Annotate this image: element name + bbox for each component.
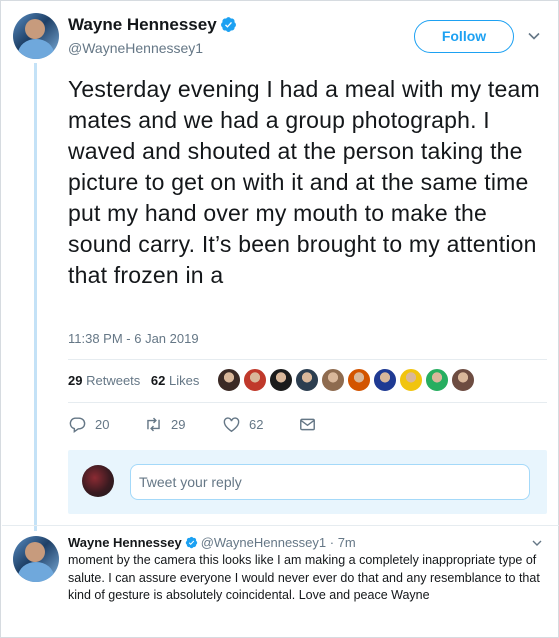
retweets-stat[interactable]: 29 Retweets (68, 373, 140, 388)
thread-line (34, 63, 37, 531)
liker-avatar[interactable] (269, 368, 293, 392)
liker-avatar[interactable] (399, 368, 423, 392)
reply-icon (69, 417, 86, 434)
tweet-card: Wayne Hennessey @WayneHennessey1 Follow … (0, 0, 559, 638)
liker-avatar[interactable] (321, 368, 345, 392)
author-name[interactable]: Wayne Hennessey (68, 15, 217, 35)
liker-avatar[interactable] (425, 368, 449, 392)
reply-author-avatar[interactable] (13, 536, 59, 582)
envelope-icon (300, 418, 315, 431)
tweet-actions: 20 29 62 (68, 415, 317, 434)
liker-avatar[interactable] (373, 368, 397, 392)
reply-author-name[interactable]: Wayne Hennessey (68, 535, 182, 550)
current-user-avatar (82, 465, 114, 497)
reply-author-handle[interactable]: @WayneHennessey1 (201, 535, 326, 550)
retweet-icon (147, 417, 160, 432)
chevron-down-icon[interactable] (531, 537, 543, 549)
heart-icon (223, 417, 240, 433)
liker-avatar[interactable] (347, 368, 371, 392)
divider (68, 359, 547, 360)
author-handle[interactable]: @WayneHennessey1 (68, 40, 203, 56)
like-button[interactable]: 62 (222, 415, 298, 434)
reply-time[interactable]: · 7m (330, 535, 356, 550)
retweet-count: 29 (171, 417, 186, 432)
liker-avatar[interactable] (243, 368, 267, 392)
divider (68, 402, 547, 403)
liker-avatar[interactable] (451, 368, 475, 392)
verified-badge-icon (185, 536, 197, 549)
tweet-text: Yesterday evening I had a meal with my t… (68, 76, 540, 288)
liker-avatar[interactable] (217, 368, 241, 392)
direct-message-button[interactable] (298, 415, 317, 434)
reply-text: moment by the camera this looks like I a… (68, 553, 540, 602)
reply-button[interactable]: 20 (68, 415, 144, 434)
likes-stat[interactable]: 62 Likes (151, 373, 199, 388)
reply-header: Wayne Hennessey @WayneHennessey1 · 7m (68, 535, 356, 550)
liker-avatars[interactable] (217, 368, 475, 394)
retweets-label: Retweets (86, 373, 141, 388)
chevron-down-icon[interactable] (527, 29, 541, 43)
retweet-button[interactable]: 29 (144, 415, 222, 434)
likes-label: Likes (169, 373, 200, 388)
tweet-timestamp[interactable]: 11:38 PM - 6 Jan 2019 (68, 331, 199, 346)
reply-input[interactable]: Tweet your reply (130, 464, 530, 500)
reply-composer: Tweet your reply (68, 450, 547, 514)
reply-count: 20 (95, 417, 110, 432)
retweets-count: 29 (68, 373, 83, 388)
liker-avatar[interactable] (295, 368, 319, 392)
verified-badge-icon (221, 17, 236, 32)
likes-count: 62 (150, 373, 166, 388)
engagement-stats: 29 Retweets 62 Likes (68, 373, 206, 388)
like-count: 62 (249, 417, 264, 432)
author-avatar[interactable] (13, 13, 59, 59)
follow-button[interactable]: Follow (414, 20, 514, 53)
divider (2, 525, 559, 526)
